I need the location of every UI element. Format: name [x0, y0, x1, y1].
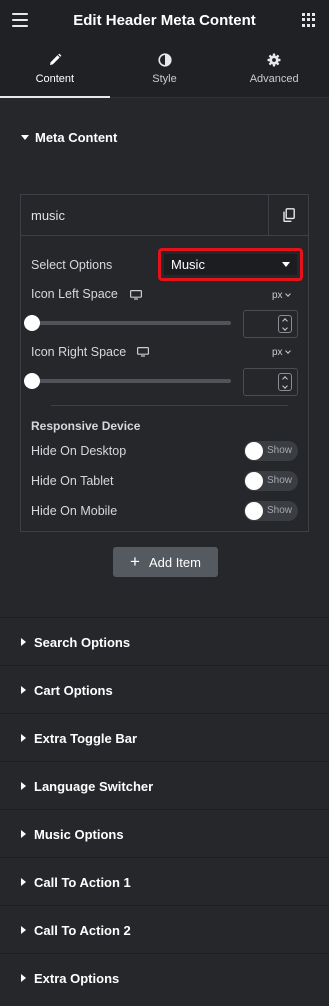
section-meta-content-label: Meta Content	[35, 129, 118, 145]
tab-advanced[interactable]: Advanced	[219, 40, 329, 97]
tab-content[interactable]: Content	[0, 40, 110, 98]
pencil-icon	[49, 53, 62, 65]
duplicate-button[interactable]	[268, 195, 308, 235]
toggle-text: Show	[266, 475, 292, 486]
tab-style-label: Style	[152, 72, 177, 85]
select-options-label: Select Options	[31, 258, 113, 272]
caret-right-icon	[21, 686, 26, 694]
desktop-device-icon[interactable]	[137, 347, 149, 357]
number-stepper[interactable]	[278, 373, 292, 391]
repeater-item-header[interactable]: music	[21, 195, 308, 236]
section-search-options[interactable]: Search Options	[0, 618, 329, 666]
responsive-device-heading: Responsive Device	[31, 419, 141, 433]
chevron-down-icon	[284, 348, 291, 354]
section-label: Call To Action 1	[34, 874, 131, 890]
caret-right-icon	[21, 878, 26, 886]
caret-right-icon	[21, 974, 26, 982]
section-label: Language Switcher	[34, 778, 154, 794]
panel-header: Edit Header Meta Content	[0, 0, 329, 40]
section-label: Extra Toggle Bar	[34, 730, 138, 746]
panel-title: Edit Header Meta Content	[73, 11, 256, 29]
select-options-highlight: Music	[158, 248, 303, 281]
tab-style[interactable]: Style	[110, 40, 220, 97]
copy-icon	[282, 208, 295, 222]
section-language-switcher[interactable]: Language Switcher	[0, 762, 329, 810]
icon-right-number-input[interactable]	[243, 368, 298, 396]
section-meta-content[interactable]: Meta Content	[0, 113, 329, 161]
hide-on-desktop-toggle[interactable]: Show	[244, 441, 298, 461]
desktop-device-icon[interactable]	[130, 290, 142, 300]
repeater-item-title: music	[31, 207, 65, 223]
section-label: Cart Options	[34, 682, 113, 698]
toggle-text: Show	[266, 505, 292, 516]
section-call-to-action-2[interactable]: Call To Action 2	[0, 906, 329, 954]
icon-right-slider-track[interactable]	[31, 379, 231, 383]
caret-right-icon	[21, 734, 26, 742]
section-label: Extra Options	[34, 970, 120, 986]
toggle-knob	[245, 442, 263, 460]
apps-grid-icon[interactable]	[302, 13, 316, 27]
icon-left-number-input[interactable]	[243, 310, 298, 338]
caret-right-icon	[21, 782, 26, 790]
chevron-down-icon	[284, 291, 291, 297]
stepper-down-icon	[282, 324, 288, 331]
stepper-up-icon	[282, 375, 288, 382]
section-extra-toggle-bar[interactable]: Extra Toggle Bar	[0, 714, 329, 762]
section-music-options[interactable]: Music Options	[0, 810, 329, 858]
repeater-item-music: music Select Options Music Icon Left Spa…	[20, 194, 309, 532]
icon-right-slider-handle[interactable]	[24, 373, 40, 389]
icon-right-space-label: Icon Right Space	[31, 345, 127, 359]
select-options-dropdown[interactable]: Music	[164, 254, 297, 275]
icon-right-unit-select[interactable]: px	[272, 347, 291, 358]
icon-left-slider-track[interactable]	[31, 321, 231, 325]
tab-advanced-label: Advanced	[249, 72, 299, 85]
section-label: Search Options	[34, 634, 131, 650]
divider	[51, 405, 288, 406]
icon-left-unit-select[interactable]: px	[272, 290, 291, 301]
section-cart-options[interactable]: Cart Options	[0, 666, 329, 714]
hide-on-mobile-label: Hide On Mobile	[31, 504, 118, 518]
plus-icon: +	[130, 551, 140, 571]
add-item-label: Add Item	[148, 554, 201, 570]
icon-left-space-label: Icon Left Space	[31, 287, 118, 301]
icon-left-slider-handle[interactable]	[24, 315, 40, 331]
caret-right-icon	[21, 926, 26, 934]
caret-right-icon	[21, 830, 26, 838]
toggle-text: Show	[266, 445, 292, 456]
icon-left-unit-value: px	[272, 290, 283, 301]
dropdown-caret-icon	[282, 262, 290, 267]
toggle-knob	[245, 472, 263, 490]
icon-right-unit-value: px	[272, 347, 283, 358]
section-label: Music Options	[34, 826, 124, 842]
stepper-down-icon	[282, 382, 288, 389]
caret-right-icon	[21, 638, 26, 646]
add-item-button[interactable]: + Add Item	[113, 547, 218, 577]
caret-down-icon	[21, 134, 29, 140]
hide-on-tablet-toggle[interactable]: Show	[244, 471, 298, 491]
section-extra-options[interactable]: Extra Options	[0, 954, 329, 1002]
stepper-up-icon	[282, 317, 288, 324]
tab-bar: Content Style Advanced	[0, 40, 329, 98]
hide-on-tablet-label: Hide On Tablet	[31, 474, 114, 488]
number-stepper[interactable]	[278, 315, 292, 333]
select-options-value: Music	[171, 257, 205, 272]
section-call-to-action-1[interactable]: Call To Action 1	[0, 858, 329, 906]
section-label: Call To Action 2	[34, 922, 131, 938]
half-circle-contrast-icon	[157, 52, 172, 67]
gear-icon	[267, 53, 281, 66]
hide-on-mobile-toggle[interactable]: Show	[244, 501, 298, 521]
hamburger-menu-icon[interactable]	[12, 13, 28, 27]
tab-content-label: Content	[35, 72, 75, 85]
hide-on-desktop-label: Hide On Desktop	[31, 444, 127, 458]
toggle-knob	[245, 502, 263, 520]
